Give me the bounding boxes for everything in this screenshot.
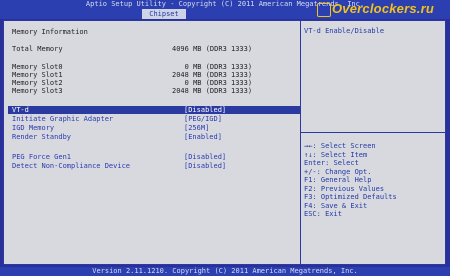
section-title: Memory Information — [12, 28, 88, 36]
memory-slot-row: Memory Slot1 2048 MB (DDR3 1333) — [12, 71, 252, 79]
selection-highlight — [8, 106, 300, 114]
setting-detect-non-compliance-device[interactable]: Detect Non-Compliance Device [Disabled] — [12, 162, 226, 170]
total-memory-value: 4096 MB (DDR3 1333) — [172, 45, 253, 53]
memory-slot-label: Memory Slot1 — [12, 71, 63, 79]
memory-slot-label: Memory Slot2 — [12, 79, 63, 87]
setting-value[interactable]: [Disabled] — [184, 106, 226, 114]
tab-chipset[interactable]: Chipset — [142, 9, 186, 19]
panel-divider — [300, 21, 301, 264]
setting-label: VT-d — [12, 106, 29, 114]
setting-label: IGD Memory — [12, 124, 55, 132]
watermark-logo-icon — [317, 3, 331, 17]
total-memory-label: Total Memory — [12, 45, 63, 53]
key-hint: →←: Select Screen — [304, 142, 376, 150]
memory-slot-value: 0 MB (DDR3 1333) — [172, 63, 253, 71]
setting-label: Render Standby — [12, 133, 72, 141]
key-legend: →←: Select Screen ↑↓: Select Item Enter:… — [304, 142, 397, 219]
setting-value[interactable]: [Disabled] — [184, 162, 226, 170]
key-hint: ESC: Exit — [304, 210, 342, 218]
setting-label: PEG Force Gen1 — [12, 153, 72, 161]
key-hint: F4: Save & Exit — [304, 201, 368, 210]
key-hint: F2: Previous Values — [304, 184, 385, 193]
setting-value[interactable]: [Enabled] — [184, 133, 222, 141]
key-hint: F1: General Help — [304, 176, 372, 184]
setting-igd-memory[interactable]: IGD Memory [256M] — [12, 124, 209, 132]
setting-label: Initiate Graphic Adapter — [12, 115, 114, 123]
total-memory-row: Total Memory 4096 MB (DDR3 1333) — [12, 45, 252, 53]
footer-bar: Version 2.11.1210. Copyright (C) 2011 Am… — [0, 267, 450, 276]
memory-slot-row: Memory Slot3 2048 MB (DDR3 1333) — [12, 87, 252, 95]
setting-vt-d[interactable]: VT-d [Disabled] — [12, 106, 226, 114]
key-hint: F3: Optimized Defaults — [304, 193, 397, 201]
help-divider — [301, 132, 446, 133]
setting-render-standby[interactable]: Render Standby [Enabled] — [12, 133, 222, 141]
footer-version: Version 2.11.1210. Copyright (C) 2011 Am… — [92, 267, 358, 275]
setting-value[interactable]: [PEG/IGD] — [184, 115, 222, 123]
watermark-text: Overclockers.ru — [332, 1, 435, 16]
memory-slot-row: Memory Slot2 0 MB (DDR3 1333) — [12, 79, 252, 87]
setting-value[interactable]: [256M] — [184, 124, 209, 132]
help-description: VT-d Enable/Disable — [304, 27, 385, 35]
memory-slot-value: 2048 MB (DDR3 1333) — [172, 87, 253, 95]
key-hint: Enter: Select — [304, 159, 359, 167]
memory-slot-label: Memory Slot0 — [12, 63, 63, 71]
setting-value[interactable]: [Disabled] — [184, 153, 226, 161]
key-hint: +/-: Change Opt. — [304, 167, 372, 176]
memory-slot-label: Memory Slot3 — [12, 87, 63, 95]
memory-slot-value: 2048 MB (DDR3 1333) — [172, 71, 253, 79]
memory-slot-row: Memory Slot0 0 MB (DDR3 1333) — [12, 63, 252, 71]
main-panel: Memory Information Total Memory 4096 MB … — [3, 20, 446, 265]
setting-label: Detect Non-Compliance Device — [12, 162, 131, 170]
setting-peg-force-gen1[interactable]: PEG Force Gen1 [Disabled] — [12, 153, 226, 161]
memory-slot-value: 0 MB (DDR3 1333) — [172, 79, 253, 87]
setting-initiate-graphic-adapter[interactable]: Initiate Graphic Adapter [PEG/IGD] — [12, 115, 222, 123]
key-hint: ↑↓: Select Item — [304, 150, 368, 159]
